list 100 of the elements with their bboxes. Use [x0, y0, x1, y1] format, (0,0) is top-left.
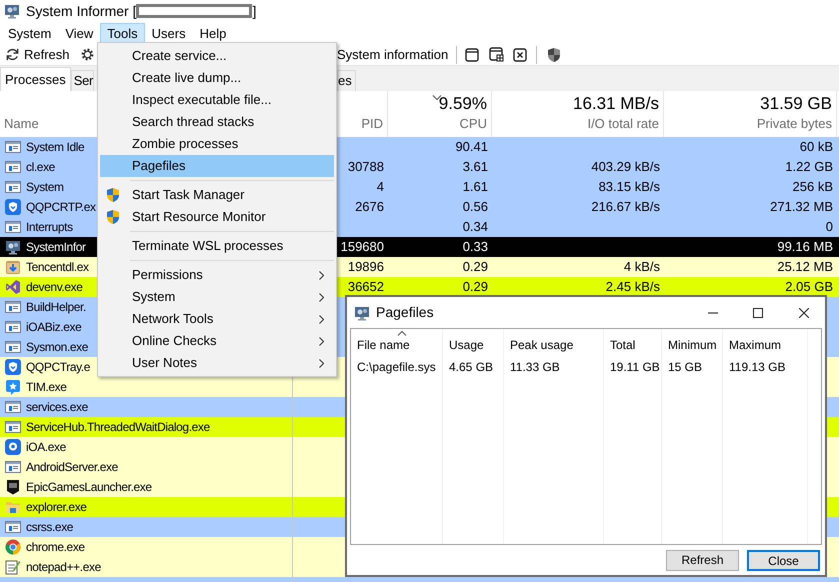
- table-cell-text: 11.33 GB: [510, 359, 560, 376]
- tab[interactable]: Processes: [0, 67, 71, 91]
- shield-icon[interactable]: [546, 46, 562, 62]
- column-header[interactable]: File name: [357, 336, 410, 354]
- menu-item[interactable]: Network Tools: [100, 308, 334, 330]
- column-header[interactable]: Peak usage: [510, 336, 574, 354]
- refresh-button[interactable]: Refresh: [5, 44, 70, 64]
- column-header[interactable]: Total: [610, 336, 636, 354]
- star-bubble-icon: [5, 379, 21, 395]
- monitor-icon: [4, 3, 20, 19]
- dialog-button[interactable]: Refresh: [666, 550, 739, 570]
- table-cell-text: 2.45 kB/s: [606, 278, 660, 296]
- column-header[interactable]: PID: [361, 115, 383, 133]
- table-cell-text: 90.41: [455, 138, 488, 156]
- badge-icon: [5, 479, 21, 495]
- notepad-icon: [5, 559, 21, 575]
- dialog-button[interactable]: Close: [747, 550, 820, 570]
- refresh-icon: [5, 47, 20, 62]
- loop-icon: [5, 279, 21, 295]
- process-name: chrome.exe: [26, 539, 85, 556]
- menu-item[interactable]: Create live dump...: [100, 67, 334, 89]
- window-icon[interactable]: [465, 48, 480, 62]
- table-cell-text: 60 kB: [800, 138, 833, 156]
- table-cell-text: 30788: [348, 158, 384, 176]
- window-icon: [5, 159, 21, 175]
- menu-bar-item[interactable]: View: [58, 22, 100, 44]
- close-icon[interactable]: [799, 308, 809, 318]
- table-cell-text: 4: [376, 178, 384, 196]
- menu-item[interactable]: Inspect executable file...: [100, 89, 334, 111]
- table-cell-text: 36652: [348, 278, 384, 296]
- system-information-button[interactable]: System information: [337, 44, 448, 64]
- process-name: TIM.exe: [26, 379, 67, 396]
- table-cell-text: 19896: [348, 258, 384, 276]
- menu-bar-item[interactable]: Tools: [100, 22, 145, 44]
- menu-item[interactable]: Pagefiles: [100, 155, 334, 177]
- tab[interactable]: es: [337, 70, 356, 91]
- menu-item[interactable]: Search thread stacks: [100, 111, 334, 133]
- process-name: SystemInfor: [26, 239, 86, 256]
- process-name: explorer.exe: [26, 499, 87, 516]
- process-name: QQPCRTP.ex: [26, 199, 96, 216]
- table-cell-text: 15 GB: [668, 359, 702, 376]
- column-header[interactable]: Name: [4, 115, 39, 133]
- column-header[interactable]: Private bytes: [756, 115, 832, 133]
- table-cell-text: 119.13 GB: [729, 359, 786, 376]
- tab[interactable]: Ser: [70, 70, 94, 91]
- minimize-icon[interactable]: [708, 312, 718, 314]
- chevron-right-icon: [319, 271, 324, 280]
- process-name: Sysmon.exe: [26, 339, 88, 356]
- window-icon: [5, 459, 21, 475]
- table-cell-text: 216.67 kB/s: [591, 198, 660, 216]
- chevron-right-icon: [319, 293, 324, 302]
- column-header[interactable]: I/O total rate: [587, 115, 659, 133]
- chevron-right-icon: [319, 337, 324, 346]
- table-cell-text: 0.56: [462, 198, 488, 216]
- window-icon: [5, 219, 21, 235]
- close-window-icon[interactable]: [513, 48, 528, 62]
- table-cell-text: 0.33: [462, 238, 488, 256]
- table-cell-text: 256 kB: [792, 178, 833, 196]
- shield-icon: [5, 359, 21, 375]
- monitor-icon: [5, 239, 21, 255]
- maximize-icon[interactable]: [753, 308, 763, 318]
- menu-item[interactable]: Terminate WSL processes: [100, 235, 334, 257]
- table-cell-text: 83.15 kB/s: [598, 178, 660, 196]
- rounded-square-icon: [5, 439, 21, 455]
- menu-bar-item[interactable]: System: [1, 22, 58, 44]
- process-name: iOA.exe: [26, 439, 66, 456]
- table-cell-text: 271.32 MB: [770, 198, 833, 216]
- settings-icon[interactable]: [80, 47, 95, 62]
- column-total: 9.59%: [438, 93, 487, 115]
- menu-item[interactable]: Create service...: [100, 45, 334, 67]
- process-name: iOABiz.exe: [26, 319, 82, 336]
- table-cell-text: 0.34: [462, 218, 488, 236]
- table-cell-text: C:\pagefile.sys: [357, 359, 436, 376]
- menu-item[interactable]: Online Checks: [100, 330, 334, 352]
- chevron-right-icon: [319, 359, 324, 368]
- download-box-icon: [5, 259, 21, 275]
- column-header[interactable]: Maximum: [729, 336, 782, 354]
- process-name: notepad++.exe: [26, 559, 101, 576]
- process-name: cl.exe: [26, 159, 55, 176]
- ring-icon: [5, 539, 21, 555]
- window-icon: [5, 419, 21, 435]
- table-cell-text: 0: [826, 218, 833, 236]
- dialog-title: Pagefiles: [376, 303, 434, 322]
- column-header[interactable]: Minimum: [668, 336, 717, 354]
- menu-bar-item[interactable]: Users: [144, 22, 193, 44]
- menu-item[interactable]: User Notes: [100, 352, 334, 374]
- column-header[interactable]: Usage: [449, 336, 484, 354]
- window-grid-icon[interactable]: [489, 47, 504, 62]
- chevron-right-icon: [319, 315, 324, 324]
- table-cell-text: 159680: [340, 238, 384, 256]
- shield-icon: [105, 209, 121, 225]
- column-header[interactable]: CPU: [460, 115, 487, 133]
- menu-bar-item[interactable]: Help: [192, 22, 234, 44]
- table-cell-text: 19.11 GB: [610, 359, 660, 376]
- table-cell-text: 403.29 kB/s: [591, 158, 660, 176]
- process-name: Interrupts: [26, 219, 73, 236]
- process-name: EpicGamesLauncher.exe: [26, 479, 152, 496]
- window-icon: [5, 299, 21, 315]
- table-cell-text: 99.16 MB: [777, 238, 833, 256]
- table-cell-text: 0.29: [462, 278, 488, 296]
